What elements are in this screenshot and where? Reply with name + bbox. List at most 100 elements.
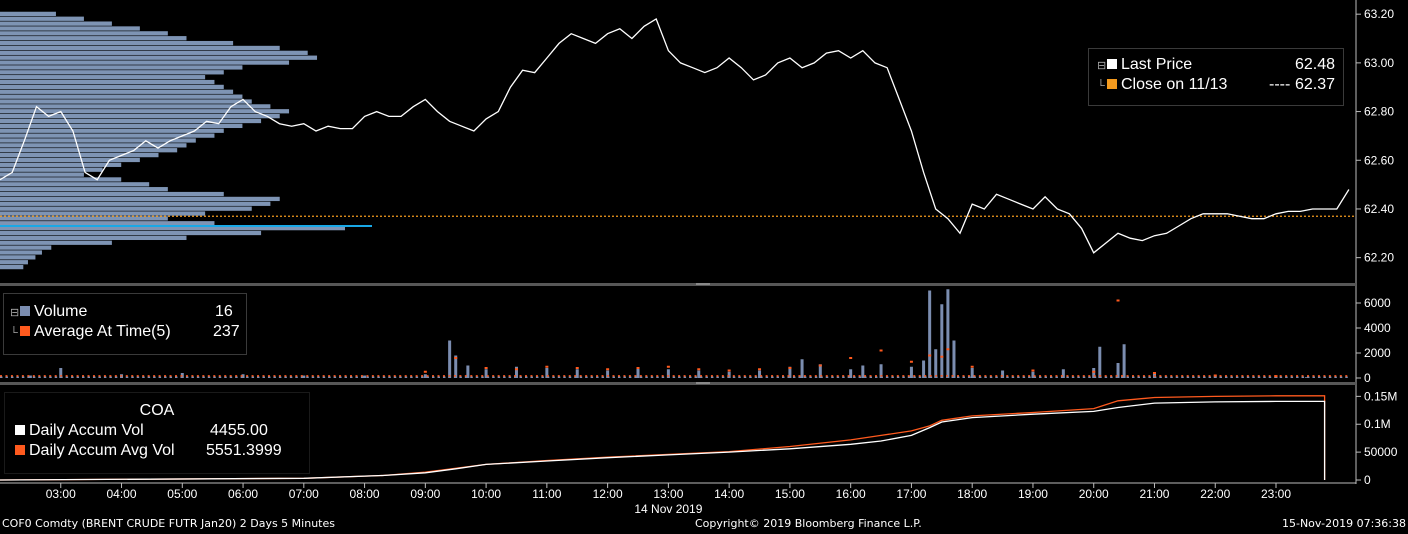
avg-at-time-mark bbox=[661, 375, 664, 377]
volume-bar bbox=[1028, 376, 1031, 378]
volume-bar bbox=[1339, 376, 1343, 378]
avg-at-time-mark bbox=[803, 375, 806, 377]
avg-at-time-mark bbox=[666, 365, 670, 368]
avg-at-time-mark bbox=[771, 375, 774, 377]
profile-bar bbox=[0, 26, 140, 31]
avg-at-time-mark bbox=[235, 375, 238, 377]
volume-bar bbox=[317, 376, 320, 378]
avg-at-time-mark bbox=[864, 375, 867, 377]
avg-at-time-mark bbox=[788, 367, 792, 369]
avg-at-time-mark bbox=[989, 375, 992, 377]
last-price-value: 62.48 bbox=[1294, 56, 1335, 73]
avg-at-time-mark bbox=[21, 375, 24, 377]
volume-bar bbox=[202, 376, 205, 378]
avg-at-time-mark bbox=[1214, 375, 1217, 377]
avg-at-time-mark bbox=[1148, 375, 1151, 377]
avg-at-time-mark bbox=[442, 375, 445, 377]
avg-at-time-mark bbox=[437, 375, 440, 377]
avg-at-time-mark bbox=[311, 375, 314, 377]
avg-at-time-mark bbox=[689, 375, 692, 377]
avg-at-time-mark bbox=[524, 375, 527, 377]
avg-at-time-mark bbox=[743, 375, 746, 377]
volume-value: 16 bbox=[215, 303, 233, 320]
volume-bar bbox=[716, 376, 719, 378]
security-description: COF0 Comdty (BRENT CRUDE FUTR Jan20) 2 D… bbox=[2, 517, 335, 530]
volume-bar bbox=[1006, 376, 1009, 378]
volume-bar bbox=[1175, 376, 1179, 378]
close-value: 62.37 bbox=[1294, 76, 1335, 93]
avg-at-time-mark bbox=[995, 375, 998, 377]
avg-at-time-mark bbox=[164, 375, 167, 377]
avg-at-time-mark bbox=[1268, 375, 1271, 377]
avg-at-time-mark bbox=[1197, 375, 1200, 377]
avg-at-time-mark bbox=[809, 375, 812, 377]
avg-at-time-mark bbox=[967, 375, 970, 377]
avg-at-time-mark bbox=[147, 375, 150, 377]
avg-at-time-mark bbox=[410, 375, 413, 377]
profile-bar bbox=[0, 157, 140, 163]
avg-at-time-mark bbox=[1317, 375, 1320, 377]
profile-bar bbox=[0, 255, 36, 260]
volume-bar bbox=[1186, 376, 1190, 378]
volume-bar bbox=[907, 376, 911, 378]
panel-divider bbox=[0, 283, 1356, 286]
avg-at-time-mark bbox=[454, 357, 458, 359]
volume-bar bbox=[5, 376, 8, 378]
avg-at-time-mark bbox=[1192, 375, 1195, 377]
avg-at-time-mark bbox=[366, 375, 369, 377]
avg-at-time-mark bbox=[1077, 375, 1080, 377]
volume-bar bbox=[470, 376, 473, 378]
profile-bar bbox=[0, 206, 252, 211]
avg-at-time-mark bbox=[1241, 375, 1244, 377]
avg-at-time-mark bbox=[978, 375, 981, 377]
avg-at-time-mark bbox=[508, 375, 511, 377]
volume-bar bbox=[650, 376, 654, 378]
avg-at-time-mark bbox=[546, 375, 549, 377]
volume-bar bbox=[970, 368, 974, 378]
avg-at-time-mark bbox=[929, 375, 932, 377]
x-tick-label: 17:00 bbox=[896, 487, 926, 501]
profile-bar bbox=[0, 250, 42, 255]
avg-at-time-mark bbox=[656, 375, 659, 377]
avg-at-time-mark bbox=[891, 375, 894, 377]
volume-bar bbox=[257, 376, 260, 378]
avg-at-time-mark bbox=[1110, 375, 1113, 377]
avg-at-time-mark bbox=[1203, 375, 1206, 377]
x-tick-label: 18:00 bbox=[957, 487, 987, 501]
volume-bar bbox=[1252, 376, 1255, 378]
volume-bar bbox=[363, 375, 367, 378]
volume-bar bbox=[1148, 376, 1151, 378]
volume-bar bbox=[164, 376, 167, 378]
avg-at-time-mark bbox=[765, 375, 768, 377]
volume-bar bbox=[1192, 376, 1195, 378]
avg-at-time-mark bbox=[1082, 375, 1085, 377]
avg-at-time-mark bbox=[879, 349, 883, 352]
volume-bar bbox=[43, 376, 47, 378]
volume-bar bbox=[831, 376, 834, 378]
avg-at-time-mark bbox=[262, 375, 265, 377]
avg-at-time-mark bbox=[825, 375, 828, 377]
volume-bar bbox=[913, 376, 916, 378]
volume-bar bbox=[328, 376, 331, 378]
avg-at-time-mark bbox=[782, 375, 785, 377]
volume-bar bbox=[596, 376, 599, 378]
last-price-label: Last Price bbox=[1121, 56, 1193, 73]
avg-at-time-mark bbox=[399, 375, 402, 377]
avg-at-time-mark bbox=[530, 375, 533, 377]
avg-at-time-mark bbox=[984, 375, 987, 377]
volume-bar bbox=[1044, 376, 1048, 378]
avg-at-time-mark bbox=[1274, 375, 1277, 377]
volume-bar bbox=[749, 376, 752, 378]
avg-at-time-mark bbox=[246, 375, 249, 377]
volume-bar bbox=[49, 376, 52, 378]
avg-at-time-mark bbox=[267, 375, 270, 377]
x-tick-label: 15:00 bbox=[775, 487, 805, 501]
avg-at-time-mark bbox=[339, 375, 342, 377]
volume-bar bbox=[1071, 376, 1075, 378]
avg-at-time-mark bbox=[1159, 375, 1162, 377]
avg-at-time-mark bbox=[650, 375, 653, 377]
accum-vol-value: 4455.00 bbox=[210, 422, 268, 439]
volume-bar bbox=[10, 376, 14, 378]
avg-at-time-mark bbox=[1137, 375, 1140, 377]
avg-at-time-mark bbox=[224, 375, 227, 377]
